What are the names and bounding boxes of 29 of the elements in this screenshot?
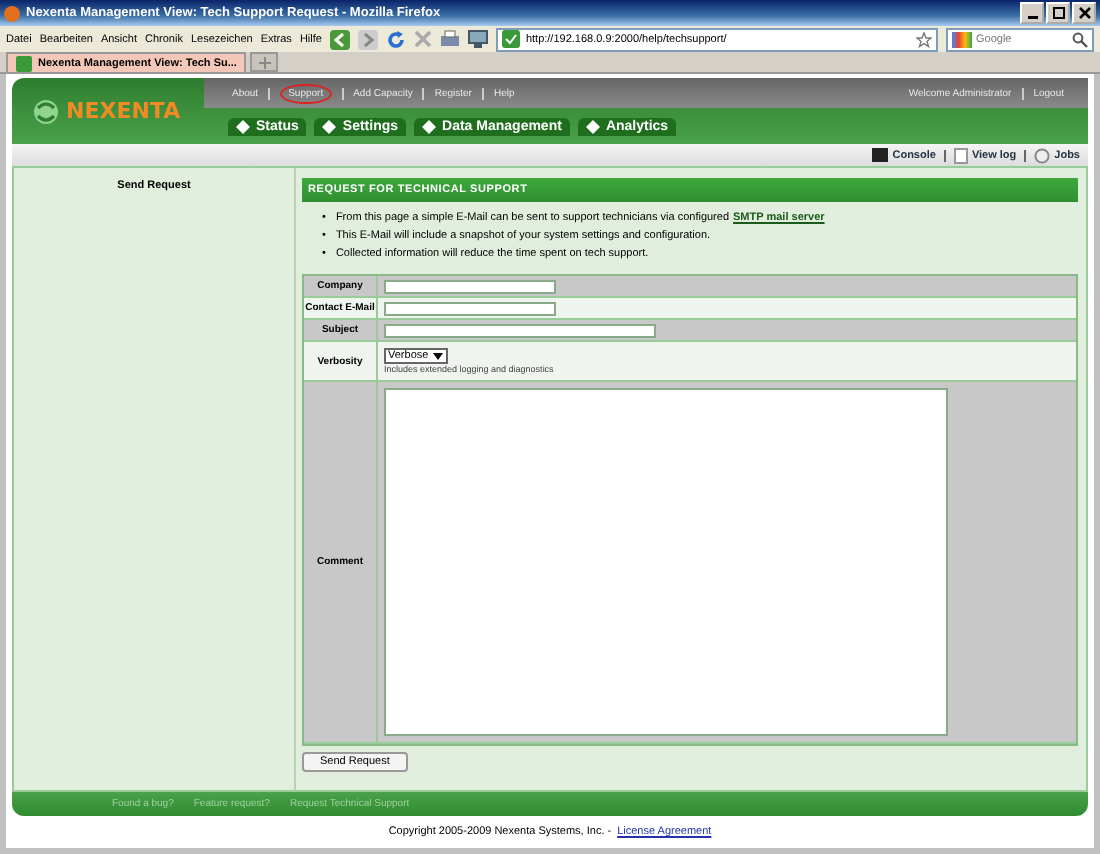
diamond-icon: [322, 119, 337, 133]
logo-icon: [32, 97, 60, 125]
maximize-button[interactable]: [1046, 2, 1070, 24]
diamond-icon: [585, 119, 600, 133]
search-icon[interactable]: [1072, 31, 1088, 47]
text-field[interactable]: [384, 301, 556, 315]
browser-icon: [4, 5, 20, 21]
maximize-icon: [1051, 6, 1065, 20]
site-icon: [16, 55, 32, 71]
new-tab-button[interactable]: [250, 52, 279, 72]
screen-icon[interactable]: [467, 30, 488, 48]
search-engine-icon: [952, 31, 972, 47]
close-icon: [1077, 6, 1091, 20]
print-icon[interactable]: [439, 30, 460, 48]
close-button[interactable]: [1072, 2, 1096, 24]
text-field[interactable]: [384, 279, 556, 293]
text-field[interactable]: [384, 323, 656, 337]
forward-button[interactable]: [357, 29, 378, 49]
minimize-button[interactable]: [1020, 2, 1044, 24]
plus-icon: [257, 55, 272, 69]
reload-icon[interactable]: [385, 29, 406, 49]
star-icon[interactable]: [916, 31, 932, 47]
diamond-icon: [236, 119, 250, 133]
document-icon: [953, 147, 968, 163]
diamond-icon: [422, 119, 437, 133]
caret-icon: [432, 350, 445, 362]
logo-text: NEXENTA: [66, 98, 181, 124]
site-shield-icon: [501, 30, 520, 48]
back-button[interactable]: [329, 29, 350, 49]
